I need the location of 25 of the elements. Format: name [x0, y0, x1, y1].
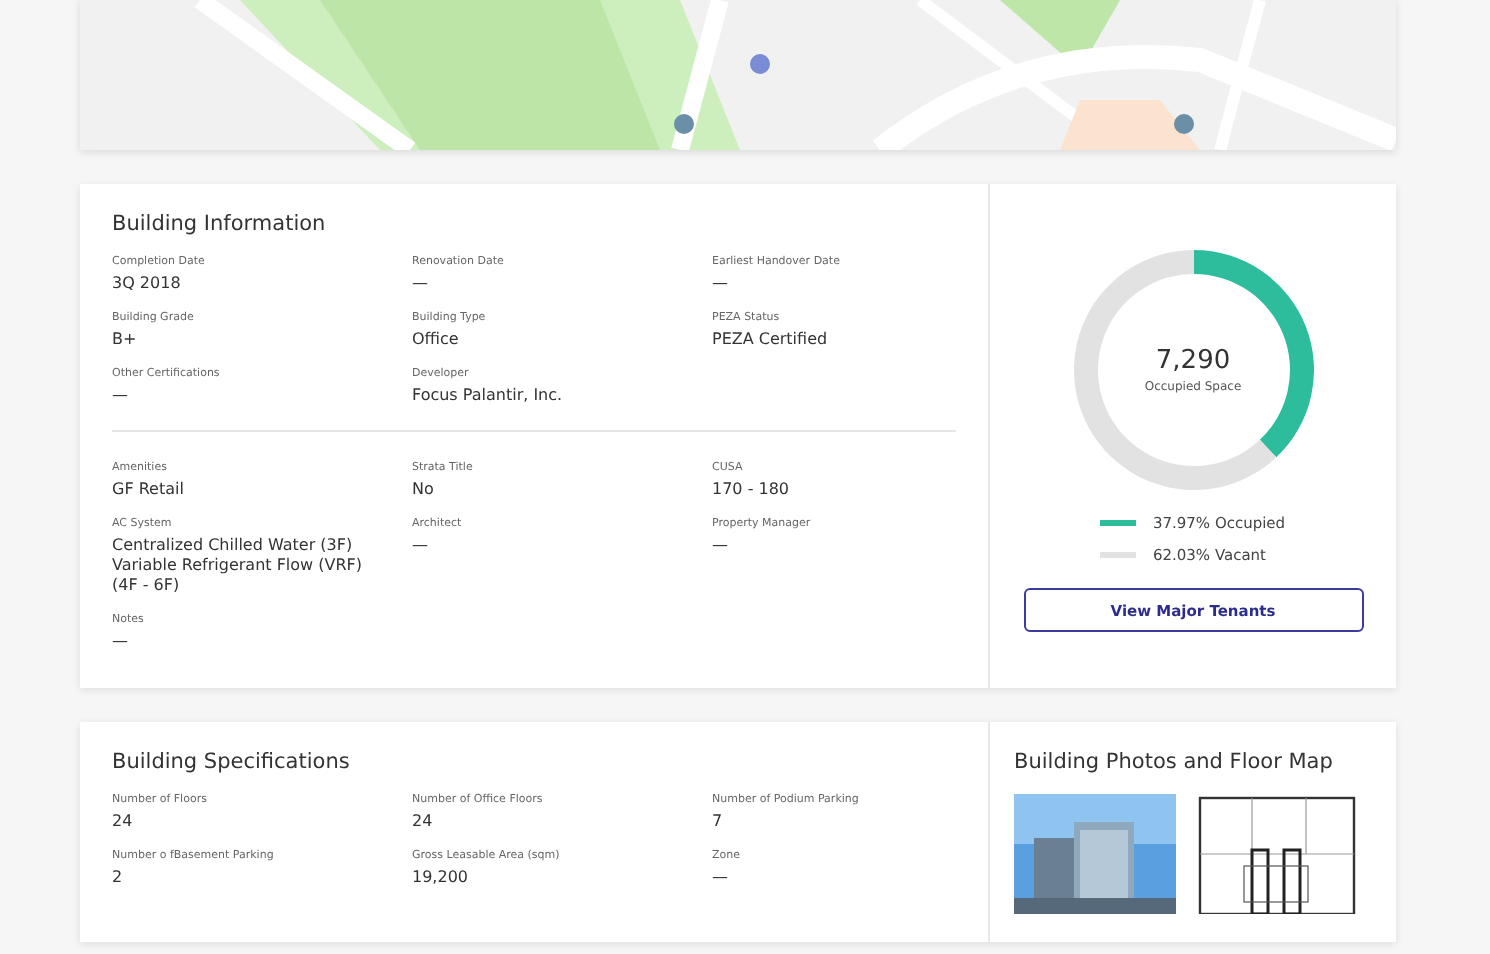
field-value: — — [712, 274, 730, 294]
field-value: — — [412, 536, 430, 556]
field-value: 24 — [412, 812, 435, 832]
field-value: 19,200 — [412, 868, 470, 888]
field-value: Focus Palantir, Inc. — [412, 386, 565, 406]
field-value: — — [112, 386, 130, 406]
field-value: — — [112, 632, 130, 652]
section-title: Building Specifications — [112, 750, 352, 774]
field-value: — — [712, 536, 730, 556]
field-value: B+ — [112, 330, 139, 350]
field-value: 3Q 2018 — [112, 274, 183, 294]
field-value: 7 — [712, 812, 725, 832]
field-value: 24 — [112, 812, 135, 832]
field-value: 170 - 180 — [712, 480, 792, 500]
field-value: Centralized Chilled Water (3F) Variable Refrigerant Flow (VRF) (4F - 6F) — [112, 536, 365, 596]
section-title: Building Photos and Floor Map — [1014, 750, 1333, 774]
field-value: No — [412, 480, 436, 500]
field-value: GF Retail — [112, 480, 186, 500]
field-value: Office — [412, 330, 461, 350]
field-value: — — [712, 868, 730, 888]
occupied-value: 7,290 — [1155, 346, 1231, 376]
field-value: — — [412, 274, 430, 294]
section-title: Building Information — [112, 212, 328, 236]
field-value: PEZA Certified — [712, 330, 830, 350]
field-value: 2 — [112, 868, 125, 888]
